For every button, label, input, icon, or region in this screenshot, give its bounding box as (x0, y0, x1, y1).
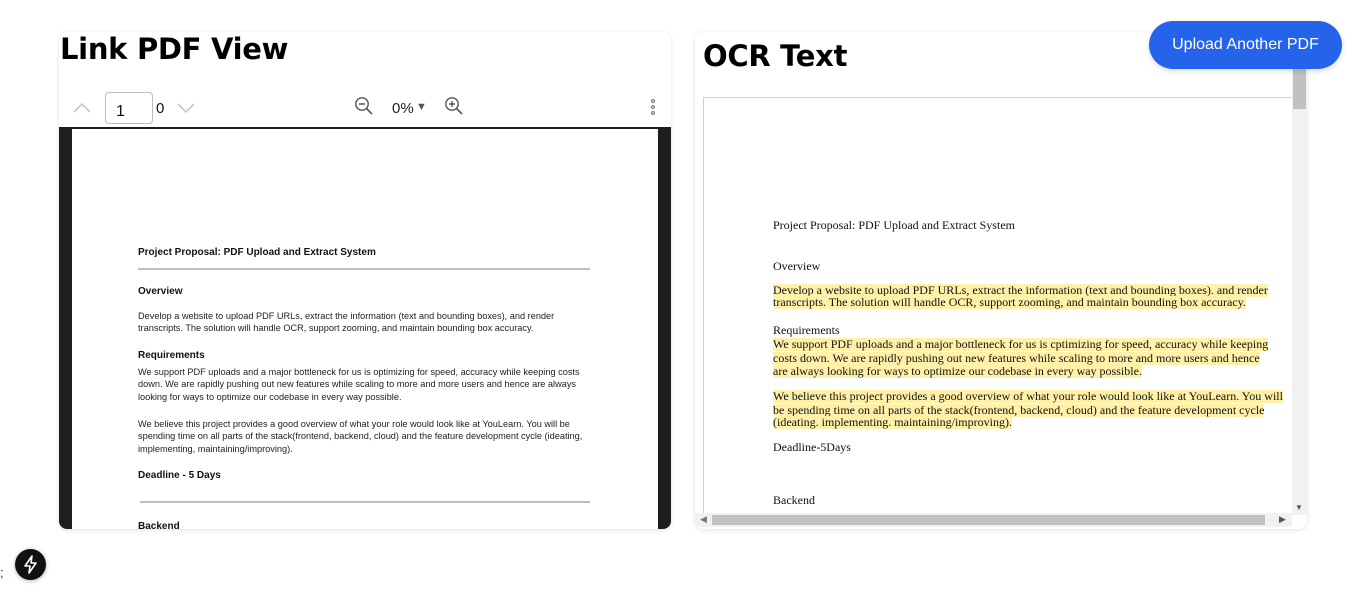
ocr-title: Project Proposal: PDF Upload and Extract… (773, 218, 1015, 232)
ocr-requirements-line: We support PDF uploads and a major bottl… (773, 337, 1269, 351)
horizontal-scrollbar[interactable]: ◀ ▶ (695, 513, 1292, 527)
requirements-paragraph: We support PDF uploads and a major bottl… (138, 367, 580, 402)
pdf-view-panel: Link PDF View 0 0% ▼ Project Proposal: P… (59, 32, 671, 529)
ocr-overview-heading: Overview (773, 259, 821, 273)
divider (140, 501, 590, 503)
pdf-page: Project Proposal: PDF Upload and Extract… (72, 129, 658, 529)
pdf-page-title: Project Proposal: PDF Upload and Extract… (138, 247, 376, 258)
divider (138, 268, 590, 270)
next-logo-icon (24, 555, 37, 574)
ocr-believe-line: (ideating. implementing. maintaining/imp… (773, 415, 1012, 429)
ocr-text-panel: OCR Text Project Proposal: PDF Upload an… (695, 32, 1307, 529)
pdf-toolbar: 0 0% ▼ (59, 90, 671, 128)
believe-paragraph: We believe this project provides a good … (138, 419, 583, 454)
previous-page-button[interactable] (71, 98, 93, 118)
dev-tools-badge[interactable] (15, 549, 46, 580)
requirements-heading: Requirements (138, 350, 205, 361)
pdf-view-title: Link PDF View (60, 32, 289, 66)
pdf-viewer[interactable]: Project Proposal: PDF Upload and Extract… (59, 127, 671, 529)
scroll-right-arrow-icon[interactable]: ▶ (1279, 514, 1286, 525)
total-pages: 0 (156, 100, 165, 117)
more-vertical-icon (651, 99, 655, 115)
page-number-input[interactable] (105, 92, 153, 124)
ocr-requirements-heading: Requirements (773, 323, 840, 337)
overview-heading: Overview (138, 286, 183, 297)
ocr-backend-heading: Backend (773, 493, 815, 507)
scroll-down-arrow-icon[interactable]: ▼ (1295, 503, 1303, 512)
scroll-left-arrow-icon[interactable]: ◀ (700, 514, 707, 525)
ocr-text-title: OCR Text (703, 39, 848, 73)
ocr-deadline: Deadline-5Days (773, 440, 851, 454)
deadline-heading: Deadline - 5 Days (138, 470, 221, 481)
zoom-in-button[interactable] (444, 96, 464, 116)
more-options-button[interactable] (647, 96, 659, 118)
stray-semicolon: ; (0, 565, 4, 580)
ocr-believe-line: We believe this project provides a good … (773, 389, 1283, 403)
ocr-overview-line: transcripts. The solution will handle OC… (773, 295, 1246, 309)
backend-heading: Backend (138, 521, 180, 529)
zoom-in-icon (445, 97, 463, 115)
next-page-button[interactable] (175, 98, 197, 118)
horizontal-scrollbar-thumb[interactable] (712, 515, 1265, 525)
chevron-down-icon (177, 103, 195, 114)
chevron-up-icon (73, 102, 91, 113)
vertical-scrollbar-thumb[interactable] (1293, 69, 1306, 109)
ocr-requirements-line: costs down. We are rapidly pushing out n… (773, 351, 1260, 365)
overview-paragraph: Develop a website to upload PDF URLs, ex… (138, 311, 555, 334)
ocr-requirements-line: are always looking for ways to optimize … (773, 364, 1142, 378)
vertical-scrollbar[interactable]: ▼ (1292, 69, 1307, 515)
zoom-level[interactable]: 0% (392, 100, 414, 117)
zoom-dropdown-caret[interactable]: ▼ (416, 101, 427, 113)
zoom-out-icon (355, 97, 373, 115)
zoom-out-button[interactable] (354, 96, 374, 116)
upload-another-pdf-button[interactable]: Upload Another PDF (1149, 21, 1342, 69)
ocr-text-canvas[interactable]: Project Proposal: PDF Upload and Extract… (703, 97, 1292, 515)
